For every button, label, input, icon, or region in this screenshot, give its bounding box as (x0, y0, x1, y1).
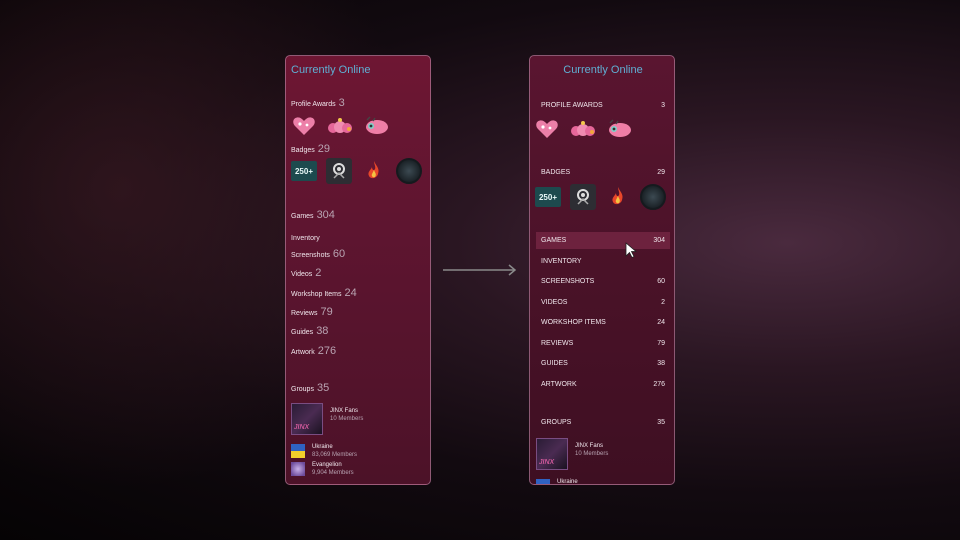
transition-arrow-icon (443, 264, 517, 276)
badge-250-icon[interactable]: 250+ (291, 158, 317, 184)
steam-badge-icon[interactable] (326, 158, 352, 184)
badge-250-icon[interactable]: 250+ (535, 184, 561, 210)
ukraine-flag-icon (291, 444, 305, 458)
status-title: Currently Online (563, 64, 643, 76)
groups-link[interactable]: Groups 35 (291, 382, 329, 394)
profile-sidebar-old: Currently Online Profile Awards 3 Badges 2… (285, 55, 431, 485)
artwork-link[interactable]: Artwork 276 (291, 345, 336, 357)
group-jinx-fans[interactable]: JINX JINX Fans 10 Members (536, 438, 608, 470)
games-link[interactable]: Games 304 (291, 209, 335, 221)
artwork-link[interactable]: ARTWORK 276 (536, 376, 670, 393)
ukraine-flag-icon (536, 479, 550, 484)
screenshots-link[interactable]: Screenshots 60 (291, 248, 345, 260)
videos-link[interactable]: Videos 2 (291, 267, 321, 279)
flame-badge-icon[interactable] (605, 184, 631, 210)
round-badge-icon[interactable] (396, 158, 422, 184)
badge-icons: 250+ (535, 184, 666, 210)
workshop-items-link[interactable]: WORKSHOP ITEMS 24 (536, 314, 670, 331)
award-icons (534, 116, 632, 142)
pink-gift-icon[interactable] (327, 113, 353, 139)
workshop-items-link[interactable]: Workshop Items 24 (291, 287, 357, 299)
guides-link[interactable]: Guides 38 (291, 325, 328, 337)
group-avatar: JINX (291, 403, 323, 435)
flame-badge-icon[interactable] (361, 158, 387, 184)
group-ukraine[interactable]: Ukraine 83,069 Members (291, 444, 357, 458)
videos-link[interactable]: VIDEOS 2 (536, 294, 670, 311)
pink-heart-icon[interactable] (534, 116, 560, 142)
screenshots-link[interactable]: SCREENSHOTS 60 (536, 273, 670, 290)
pink-creature-icon[interactable] (363, 113, 389, 139)
profile-sidebar-new: Currently Online PROFILE AWARDS 3 BADGES 2… (529, 55, 675, 485)
games-link[interactable]: GAMES 304 (536, 232, 670, 249)
award-icons (291, 113, 389, 139)
group-avatar (291, 462, 305, 476)
round-badge-icon[interactable] (640, 184, 666, 210)
group-avatar: JINX (536, 438, 568, 470)
group-evangelion[interactable]: Evangelion 9,904 Members (291, 462, 354, 476)
guides-link[interactable]: GUIDES 38 (536, 355, 670, 372)
badge-icons: 250+ (291, 158, 422, 184)
reviews-link[interactable]: Reviews 79 (291, 306, 333, 318)
groups-link[interactable]: GROUPS 35 (536, 414, 670, 431)
pink-creature-icon[interactable] (606, 116, 632, 142)
profile-awards-link[interactable]: PROFILE AWARDS 3 (536, 97, 670, 114)
inventory-link[interactable]: Inventory (291, 231, 323, 243)
mouse-cursor-icon (625, 242, 637, 258)
badges-link[interactable]: BADGES 29 (536, 164, 670, 181)
inventory-link[interactable]: INVENTORY (536, 253, 670, 270)
profile-awards-link[interactable]: Profile Awards 3 (291, 97, 345, 109)
badges-link[interactable]: Badges 29 (291, 143, 330, 155)
reviews-link[interactable]: REVIEWS 79 (536, 335, 670, 352)
group-jinx-fans[interactable]: JINX JINX Fans 10 Members (291, 403, 363, 435)
group-ukraine[interactable]: Ukraine (536, 479, 578, 484)
pink-heart-icon[interactable] (291, 113, 317, 139)
steam-badge-icon[interactable] (570, 184, 596, 210)
status-title: Currently Online (291, 64, 371, 76)
pink-gift-icon[interactable] (570, 116, 596, 142)
